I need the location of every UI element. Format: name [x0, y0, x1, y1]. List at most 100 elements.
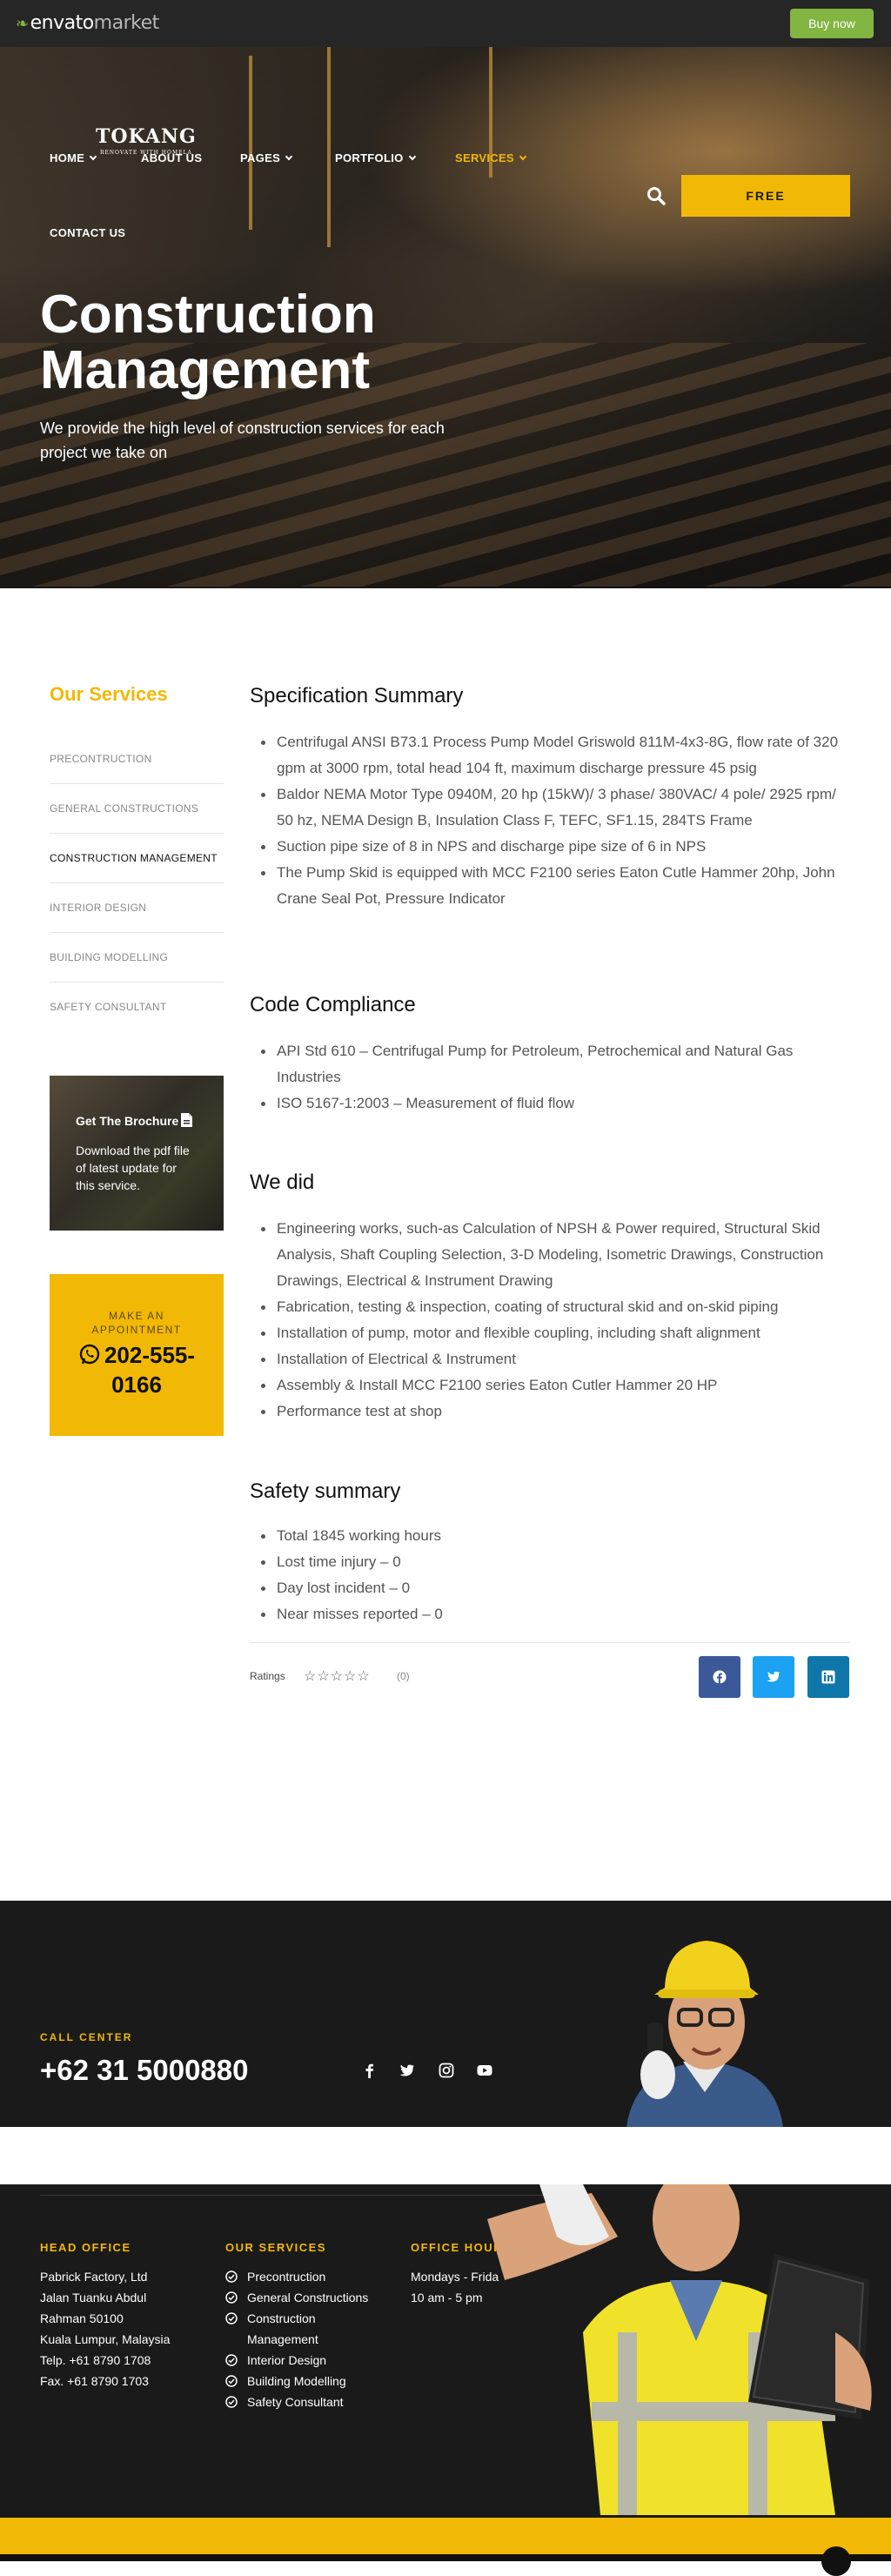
facebook-icon [713, 1670, 727, 1684]
site-logo-name: TOKANG [96, 125, 197, 148]
worker-phone-image [626, 1941, 783, 2127]
sidebar-services-list: PRECONTRUCTION GENERAL CONSTRUCTIONS CON… [50, 735, 224, 1032]
footer-service-label: Building Modelling [247, 2374, 346, 2388]
nav-home[interactable]: HOME [50, 151, 97, 164]
youtube-icon[interactable] [477, 2063, 492, 2078]
footer-service-label: General Constructions [247, 2291, 369, 2304]
appointment-card[interactable]: MAKE AN APPOINTMENT 202-555-0166 [50, 1274, 224, 1436]
nav-label: ABOUT US [141, 151, 203, 164]
whatsapp-icon [79, 1344, 100, 1365]
head-office-address: Pabrick Factory, Ltd Jalan Tuanku Abdul … [40, 2270, 171, 2388]
twitter-icon[interactable] [399, 2063, 415, 2078]
chevron-down-icon [519, 152, 527, 161]
appointment-phone-number: 202-555-0166 [104, 1342, 196, 1398]
nav-label: PAGES [240, 151, 281, 164]
list-item: Suction pipe size of 8 in NPS and discha… [258, 834, 849, 860]
sidebar-item-interior-design[interactable]: INTERIOR DESIGN [50, 883, 224, 933]
crane-decor [327, 47, 331, 247]
list-item: Engineering works, such-as Calculation o… [258, 1216, 849, 1294]
list-item: The Pump Skid is equipped with MCC F2100… [258, 860, 849, 912]
footer-service-label: Precontruction [247, 2270, 326, 2284]
nav-label: PORTFOLIO [335, 151, 404, 164]
list-item: Near misses reported – 0 [258, 1601, 849, 1627]
safety-list: Total 1845 working hours Lost time injur… [258, 1523, 849, 1627]
hero-section: TOKANG RENOVATE WITH HOMELA HOME ABOUT U… [0, 47, 891, 588]
sidebar-title: Our Services [50, 683, 168, 705]
sidebar-item-construction-management[interactable]: CONSTRUCTION MANAGEMENT [50, 834, 224, 883]
envato-logo[interactable]: ❧envatomarket [16, 12, 159, 34]
brochure-card[interactable]: Get The Brochure Download the pdf file o… [50, 1076, 224, 1231]
safety-heading: Safety summary [250, 1479, 401, 1503]
list-item: Day lost incident – 0 [258, 1575, 849, 1601]
footer-service-item[interactable]: General Constructions [225, 2287, 382, 2308]
call-center-phone[interactable]: +62 31 5000880 [40, 2054, 249, 2087]
footer-bottom-bar [0, 2554, 891, 2561]
nav-label: CONTACT US [50, 226, 126, 239]
content-divider [250, 1642, 850, 1643]
list-item: Centrifugal ANSI B73.1 Process Pump Mode… [258, 729, 849, 782]
footer-service-item[interactable]: Construction Management [225, 2308, 382, 2350]
rating-stars[interactable]: ☆☆☆☆☆ [304, 1667, 371, 1685]
head-office-heading: HEAD OFFICE [40, 2241, 131, 2254]
footer-service-item[interactable]: Safety Consultant [225, 2392, 382, 2412]
office-hour-time: 10 am - 5 pm [411, 2291, 483, 2304]
check-circle-icon [225, 2291, 238, 2304]
chevron-down-icon [408, 152, 416, 161]
list-item: Total 1845 working hours [258, 1523, 849, 1549]
share-linkedin-button[interactable] [807, 1656, 849, 1698]
facebook-icon[interactable] [362, 2063, 378, 2078]
list-item: ISO 5167-1:2003 – Measurement of fluid f… [258, 1090, 849, 1117]
list-item: Installation of Electrical & Instrument [258, 1346, 849, 1372]
spec-heading: Specification Summary [250, 684, 464, 708]
nav-label: SERVICES [455, 151, 514, 164]
brochure-text: Download the pdf file of latest update f… [76, 1144, 190, 1192]
list-item: Performance test at shop [258, 1399, 849, 1425]
file-pdf-icon [181, 1113, 192, 1127]
footer-service-item[interactable]: Interior Design [225, 2350, 382, 2371]
footer-service-item[interactable]: Building Modelling [225, 2371, 382, 2392]
brochure-title: Get The Brochure [76, 1114, 179, 1128]
check-circle-icon [225, 2312, 238, 2324]
footer-service-label: Interior Design [247, 2353, 327, 2367]
sidebar-item-safety-consultant[interactable]: SAFETY CONSULTANT [50, 983, 224, 1032]
footer-service-item[interactable]: Precontruction [225, 2266, 382, 2287]
envato-logo-market: market [93, 12, 160, 34]
footer-yellow-strip [0, 2518, 891, 2554]
twitter-icon [767, 1671, 780, 1682]
envato-logo-main: envato [30, 12, 95, 34]
nav-services[interactable]: SERVICES [455, 151, 527, 164]
rating-count: (0) [397, 1670, 410, 1682]
buy-now-button[interactable]: Buy now [790, 9, 874, 38]
instagram-icon[interactable] [439, 2063, 454, 2078]
share-facebook-button[interactable] [699, 1656, 740, 1698]
list-item: Installation of pump, motor and flexible… [258, 1320, 849, 1346]
sidebar-item-building-modelling[interactable]: BUILDING MODELLING [50, 933, 224, 983]
nav-label: HOME [50, 151, 85, 164]
hero-subtitle: We provide the high level of constructio… [40, 419, 445, 461]
scroll-to-top-button[interactable] [821, 2546, 851, 2576]
share-twitter-button[interactable] [753, 1656, 794, 1698]
footer-service-label: Safety Consultant [247, 2395, 344, 2409]
crane-decor [249, 56, 252, 230]
did-list: Engineering works, such-as Calculation o… [258, 1216, 849, 1425]
spec-list: Centrifugal ANSI B73.1 Process Pump Mode… [258, 729, 849, 912]
call-center-band: CALL CENTER +62 31 5000880 [0, 1901, 891, 2127]
free-button[interactable]: FREE [681, 175, 850, 217]
nav-contact[interactable]: CONTACT US [50, 226, 125, 239]
nav-pages[interactable]: PAGES [240, 151, 293, 164]
worker-clipboard-image [487, 2184, 872, 2515]
check-circle-icon [225, 2396, 238, 2408]
chevron-down-icon [89, 152, 97, 161]
ratings-label: Ratings [250, 1670, 285, 1682]
list-item: Lost time injury – 0 [258, 1549, 849, 1575]
sidebar-item-general-constructions[interactable]: GENERAL CONSTRUCTIONS [50, 784, 224, 834]
did-heading: We did [250, 1171, 315, 1194]
envato-top-bar: ❧envatomarket Buy now [0, 0, 891, 47]
leaf-icon: ❧ [16, 15, 29, 33]
search-icon[interactable] [646, 186, 666, 205]
nav-portfolio[interactable]: PORTFOLIO [335, 151, 416, 164]
sidebar-item-precontruction[interactable]: PRECONTRUCTION [50, 735, 224, 784]
nav-about[interactable]: ABOUT US [141, 151, 202, 164]
check-circle-icon [225, 2375, 238, 2387]
appointment-phone[interactable]: 202-555-0166 [58, 1340, 215, 1399]
